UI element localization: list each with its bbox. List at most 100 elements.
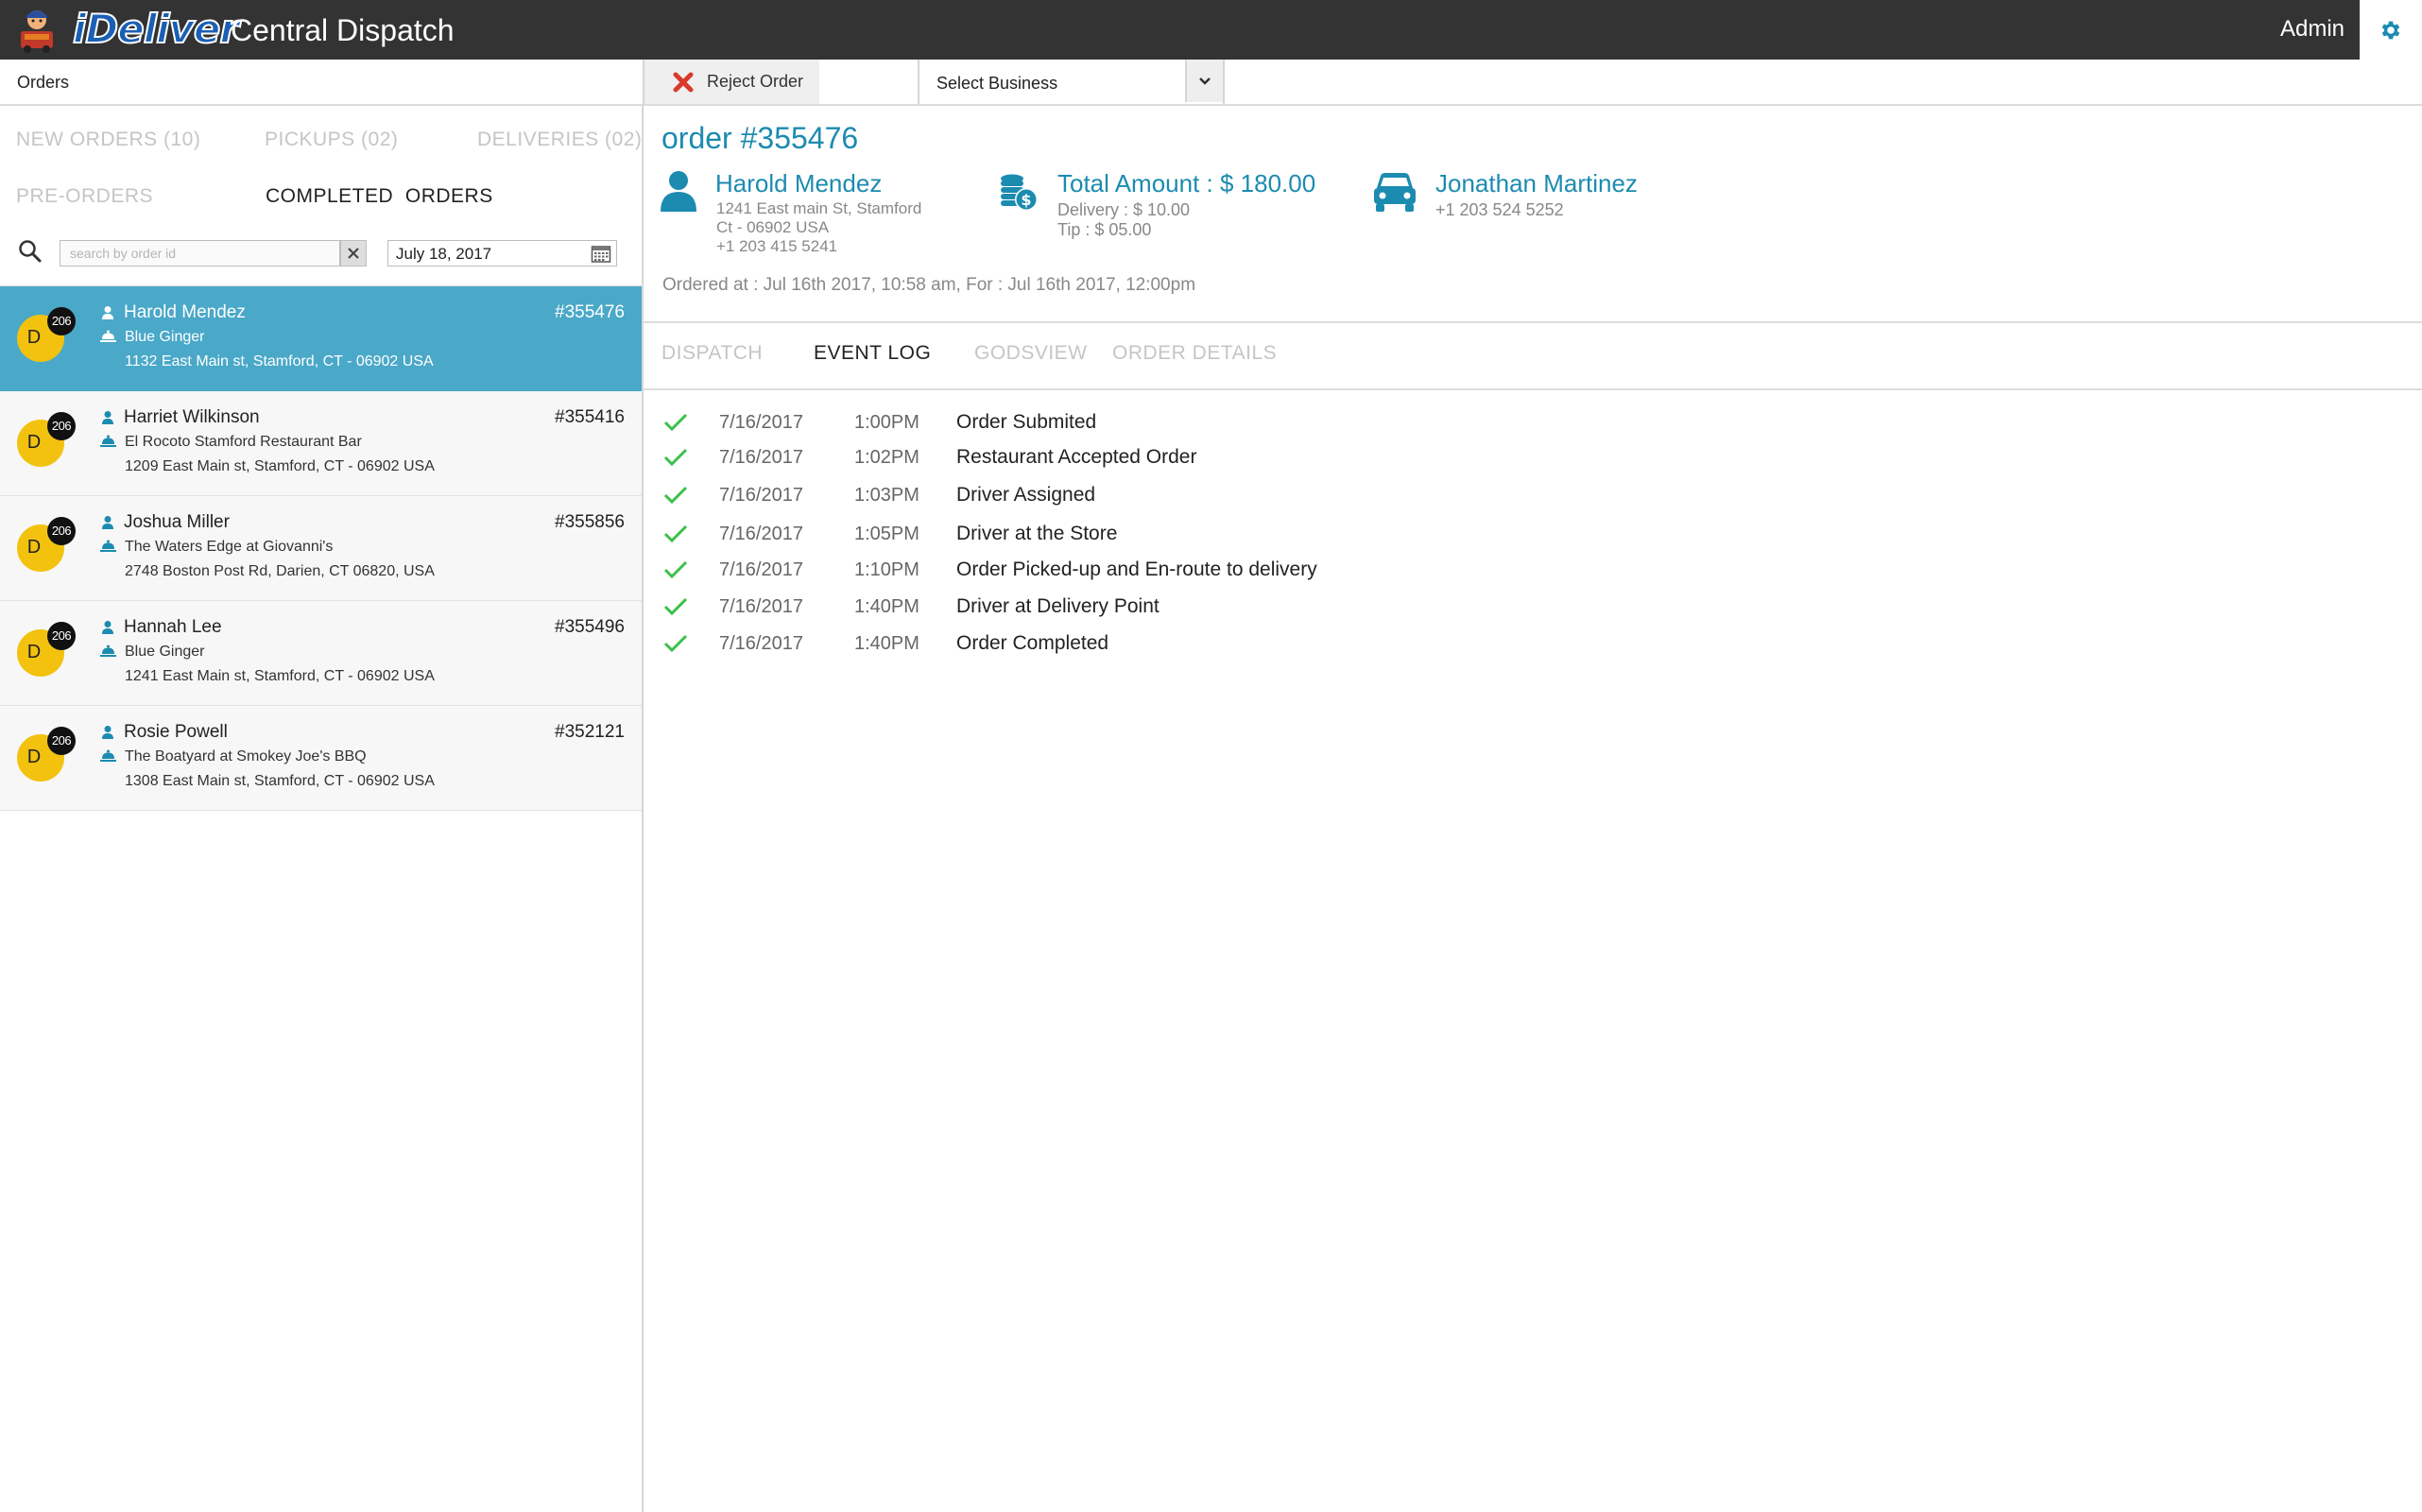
event-time: 1:10PM — [854, 559, 919, 580]
event-log-row: 7/16/2017 1:02PM Restaurant Accepted Ord… — [644, 443, 1589, 472]
order-list-item[interactable]: D 206 Rosie Powell The Boatyard at Smoke… — [0, 706, 642, 811]
event-time: 1:05PM — [854, 524, 919, 544]
event-description: Restaurant Accepted Order — [956, 446, 1197, 468]
person-icon — [102, 726, 113, 739]
settings-button[interactable] — [2360, 0, 2422, 60]
reject-order-label: Reject Order — [707, 72, 804, 91]
check-icon — [663, 413, 688, 432]
business-name: The Waters Edge at Giovanni's — [125, 539, 334, 555]
tabs-divider — [644, 388, 2422, 390]
business-name: Blue Ginger — [125, 644, 205, 660]
avatar-letter: D — [26, 327, 42, 348]
order-list-item[interactable]: D 206 Harriet Wilkinson El Rocoto Stamfo… — [0, 391, 642, 496]
order-list-item[interactable]: D 206 Joshua Miller The Waters Edge at G… — [0, 496, 642, 601]
search-icon[interactable] — [17, 238, 43, 265]
cloche-icon — [100, 644, 116, 657]
logo-mascot-icon — [21, 10, 53, 53]
toolbar: Orders Reject Order Select Business — [0, 60, 2422, 106]
cloche-icon — [100, 330, 116, 342]
business-select-value: Select Business — [936, 74, 1058, 93]
event-time: 1:03PM — [854, 485, 919, 506]
event-log-row: 7/16/2017 1:40PM Driver at Delivery Poin… — [644, 593, 1589, 621]
customer-name: Rosie Powell — [124, 722, 228, 742]
cloche-icon — [100, 749, 116, 762]
event-date: 7/16/2017 — [719, 633, 803, 654]
person-icon — [102, 411, 113, 424]
person-icon — [102, 306, 113, 319]
top-bar: iDeliver Central Dispatch Admin — [0, 0, 2422, 60]
chevron-down-icon — [1199, 77, 1211, 85]
car-icon — [1374, 173, 1416, 212]
avatar-letter: D — [26, 642, 42, 662]
person-icon — [102, 621, 113, 634]
business-select-toggle[interactable] — [1185, 60, 1223, 102]
tab-new-orders[interactable]: NEW ORDERS (10) — [16, 128, 200, 152]
reject-order-button[interactable]: Reject Order — [644, 60, 819, 104]
delivery-address: 2748 Boston Post Rd, Darien, CT 06820, U… — [125, 563, 435, 579]
delivery-address: 1132 East Main st, Stamford, CT - 06902 … — [125, 353, 434, 369]
event-log-row: 7/16/2017 1:40PM Order Completed — [644, 629, 1589, 658]
delivery-address: 1308 East Main st, Stamford, CT - 06902 … — [125, 773, 435, 789]
tab-completed-orders[interactable]: COMPLETED ORDERS — [266, 184, 493, 209]
orders-sidebar: NEW ORDERS (10) PICKUPS (02) DELIVERIES … — [0, 106, 644, 1512]
user-menu[interactable]: Admin — [2280, 15, 2345, 43]
order-id: #355856 — [555, 512, 625, 532]
event-time: 1:40PM — [854, 633, 919, 654]
order-search-input[interactable] — [60, 240, 340, 266]
check-icon — [663, 524, 688, 543]
tab-deliveries[interactable]: DELIVERIES (02) — [477, 128, 642, 152]
ordered-at-text: Ordered at : Jul 16th 2017, 10:58 am, Fo… — [662, 275, 1196, 295]
event-log-row: 7/16/2017 1:03PM Driver Assigned — [644, 481, 1589, 509]
gear-icon — [2381, 21, 2400, 39]
check-icon — [663, 486, 688, 505]
business-select[interactable]: Select Business — [918, 60, 1225, 104]
check-icon — [663, 448, 688, 467]
event-description: Driver Assigned — [956, 484, 1096, 506]
total-amount: Total Amount : $ 180.00 — [1057, 169, 1316, 198]
customer-name: Hannah Lee — [124, 617, 222, 637]
delivery-address: 1241 East Main st, Stamford, CT - 06902 … — [125, 668, 435, 684]
tab-dispatch[interactable]: DISPATCH — [661, 341, 763, 366]
customer-address-line2: Ct - 06902 USA — [716, 218, 830, 236]
event-log-row: 7/16/2017 1:10PM Order Picked-up and En-… — [644, 556, 1589, 584]
avatar-letter: D — [26, 747, 42, 767]
event-log-row: 7/16/2017 1:05PM Driver at the Store — [644, 520, 1589, 548]
order-list-item[interactable]: D 206 Harold Mendez Blue Ginger 1132 Eas… — [0, 286, 642, 391]
order-list-item[interactable]: D 206 Hannah Lee Blue Ginger 1241 East M… — [0, 601, 642, 706]
date-picker-value: July 18, 2017 — [396, 245, 492, 263]
customer-name: Joshua Miller — [124, 512, 230, 532]
event-date: 7/16/2017 — [719, 412, 803, 433]
section-divider — [644, 321, 2422, 323]
tip-amount: Tip : $ 05.00 — [1057, 220, 1152, 239]
order-id: #355476 — [555, 302, 625, 322]
order-id: #355496 — [555, 617, 625, 637]
avatar-letter: D — [26, 432, 42, 453]
coins-icon: $ — [1001, 174, 1038, 211]
event-description: Driver at Delivery Point — [956, 595, 1159, 617]
event-description: Order Submited — [956, 411, 1097, 433]
person-icon — [102, 516, 113, 529]
order-title: order #355476 — [661, 121, 859, 155]
order-count-badge: 206 — [47, 517, 76, 545]
orders-section-label: Orders — [17, 73, 70, 92]
tab-pre-orders[interactable]: PRE-ORDERS — [16, 184, 153, 209]
tab-godsview[interactable]: GODSVIEW — [974, 341, 1088, 366]
customer-name: Harriet Wilkinson — [124, 407, 260, 427]
app-root: iDeliver Central Dispatch Admin Orders R… — [0, 0, 2422, 1512]
event-date: 7/16/2017 — [719, 524, 803, 544]
event-log-row: 7/16/2017 1:00PM Order Submited — [644, 408, 1589, 437]
event-date: 7/16/2017 — [719, 596, 803, 617]
cloche-icon — [100, 435, 116, 447]
date-picker-field[interactable]: July 18, 2017 — [387, 240, 617, 266]
calendar-icon[interactable] — [591, 244, 611, 264]
business-name: The Boatyard at Smokey Joe's BBQ — [125, 748, 367, 765]
business-name: Blue Ginger — [125, 329, 205, 345]
tab-event-log[interactable]: EVENT LOG — [814, 341, 931, 366]
search-clear-button[interactable] — [340, 240, 367, 266]
event-time: 1:02PM — [854, 447, 919, 468]
tab-order-details[interactable]: ORDER DETAILS — [1112, 341, 1277, 366]
driver-phone: +1 203 524 5252 — [1435, 200, 1564, 219]
order-detail-panel: order #355476 Harold Mendez 1241 East ma… — [644, 106, 2422, 1512]
customer-name: Harold Mendez — [124, 302, 246, 322]
tab-pickups[interactable]: PICKUPS (02) — [265, 128, 398, 152]
